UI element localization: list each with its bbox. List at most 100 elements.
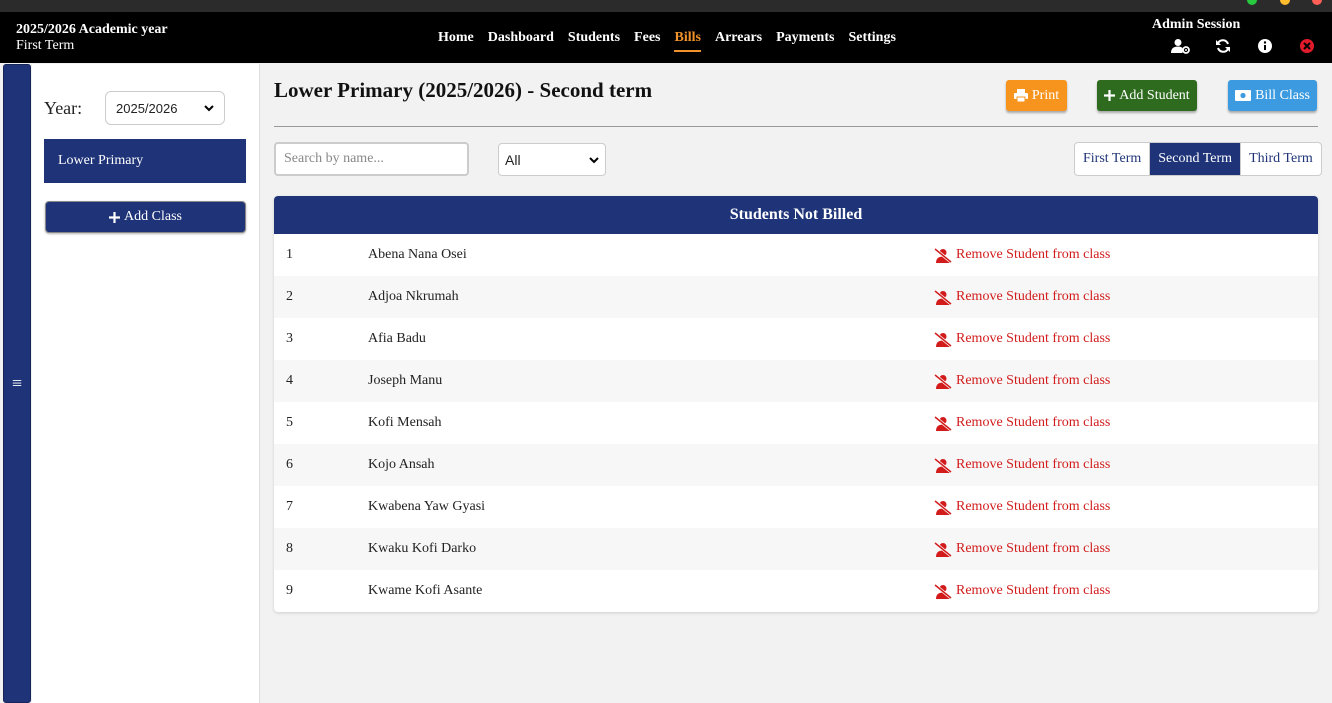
student-name: Kojo Ansah	[368, 457, 435, 472]
row-number: 2	[286, 289, 293, 304]
student-name: Afia Badu	[368, 331, 426, 346]
add-student-label: Add Student	[1119, 87, 1190, 103]
students-not-billed-table: Students Not Billed 1 Abena Nana Osei Remo…	[274, 196, 1318, 612]
remove-student-link[interactable]: Remove Student from class	[934, 499, 1110, 515]
student-name: Kwame Kofi Asante	[368, 583, 483, 598]
student-name: Adjoa Nkrumah	[368, 289, 459, 304]
remove-student-link[interactable]: Remove Student from class	[934, 415, 1110, 431]
refresh-icon[interactable]	[1202, 37, 1244, 55]
user-slash-icon	[934, 499, 952, 515]
window-maximize-dot[interactable]	[1247, 0, 1257, 5]
remove-student-label: Remove Student from class	[956, 541, 1111, 556]
academic-year: 2025/2026 Academic year	[16, 22, 168, 37]
bill-class-button[interactable]: Bill Class	[1228, 80, 1317, 111]
table-row: 3 Afia Badu Remove Student from class	[274, 318, 1318, 360]
year-label: Year:	[44, 98, 83, 118]
student-name: Kwabena Yaw Gyasi	[368, 499, 486, 514]
page-title: Lower Primary (2025/2026) - Second term	[274, 78, 653, 102]
hamburger-icon: ≡	[11, 373, 23, 393]
year-select[interactable]: 2025/2026	[105, 91, 225, 125]
table-row: 6 Kojo Ansah Remove Student from class	[274, 444, 1318, 486]
row-number: 5	[286, 415, 293, 430]
remove-student-link[interactable]: Remove Student from class	[934, 247, 1110, 263]
nav-payments[interactable]: Payments	[776, 30, 834, 50]
term-first[interactable]: First Term	[1075, 143, 1149, 175]
money-bill-icon	[1235, 90, 1252, 101]
plus-icon	[109, 211, 121, 223]
remove-student-label: Remove Student from class	[956, 373, 1111, 388]
nav-fees[interactable]: Fees	[634, 30, 660, 50]
table-title: Students Not Billed	[274, 196, 1318, 234]
user-slash-icon	[934, 583, 952, 599]
student-name: Abena Nana Osei	[368, 247, 467, 262]
remove-student-link[interactable]: Remove Student from class	[934, 331, 1110, 347]
term-selector: First Term Second Term Third Term	[1074, 142, 1322, 176]
remove-student-label: Remove Student from class	[956, 583, 1111, 598]
header-divider	[274, 126, 1318, 127]
user-slash-icon	[934, 289, 952, 305]
user-slash-icon	[934, 331, 952, 347]
status-filter-value: All	[505, 151, 521, 168]
user-slash-icon	[934, 541, 952, 557]
remove-student-link[interactable]: Remove Student from class	[934, 289, 1110, 305]
remove-student-label: Remove Student from class	[956, 247, 1111, 262]
navbar: 2025/2026 Academic year First Term Home …	[0, 12, 1332, 63]
nav-arrears[interactable]: Arrears	[715, 30, 762, 50]
nav-settings[interactable]: Settings	[848, 30, 895, 50]
remove-student-label: Remove Student from class	[956, 415, 1111, 430]
nav-home[interactable]: Home	[438, 30, 474, 50]
print-label: Print	[1031, 87, 1060, 103]
row-number: 6	[286, 457, 293, 472]
student-name: Kofi Mensah	[368, 415, 442, 430]
close-icon[interactable]	[1286, 37, 1328, 55]
user-settings-icon[interactable]	[1160, 37, 1202, 55]
print-button[interactable]: Print	[1006, 80, 1067, 111]
remove-student-link[interactable]: Remove Student from class	[934, 541, 1110, 557]
remove-student-link[interactable]: Remove Student from class	[934, 373, 1110, 389]
table-row: 2 Adjoa Nkrumah Remove Student from class	[274, 276, 1318, 318]
student-name: Joseph Manu	[368, 373, 443, 388]
row-number: 4	[286, 373, 293, 388]
user-slash-icon	[934, 373, 952, 389]
remove-student-label: Remove Student from class	[956, 499, 1111, 514]
chevron-down-icon	[204, 105, 214, 112]
chevron-down-icon	[589, 156, 599, 163]
table-row: 5 Kofi Mensah Remove Student from class	[274, 402, 1318, 444]
add-class-label: Add Class	[124, 209, 182, 224]
table-row: 9 Kwame Kofi Asante Remove Student from cl…	[274, 570, 1318, 612]
status-filter-select[interactable]: All	[498, 143, 606, 176]
term-third[interactable]: Third Term	[1240, 143, 1321, 175]
window-titlebar	[0, 0, 1332, 12]
info-icon[interactable]	[1244, 37, 1286, 55]
search-input[interactable]: Search by name...	[274, 142, 469, 176]
table-row: 1 Abena Nana Osei Remove Student from clas…	[274, 234, 1318, 276]
table-row: 4 Joseph Manu Remove Student from class	[274, 360, 1318, 402]
class-item-lower-primary[interactable]: Lower Primary	[44, 139, 246, 183]
row-number: 1	[286, 247, 293, 262]
nav-students[interactable]: Students	[568, 30, 620, 50]
class-panel: Year: 2025/2026 Lower Primary Add Class	[32, 64, 260, 703]
user-slash-icon	[934, 247, 952, 263]
term-second[interactable]: Second Term	[1149, 143, 1241, 175]
main-nav: Home Dashboard Students Fees Bills Arrea…	[438, 30, 896, 52]
bill-class-label: Bill Class	[1255, 87, 1310, 103]
window-minimize-dot[interactable]	[1280, 0, 1290, 5]
table-row: 7 Kwabena Yaw Gyasi Remove Student from cl…	[274, 486, 1318, 528]
student-name: Kwaku Kofi Darko	[368, 541, 477, 556]
remove-student-link[interactable]: Remove Student from class	[934, 457, 1110, 473]
nav-bills[interactable]: Bills	[674, 30, 702, 52]
remove-student-link[interactable]: Remove Student from class	[934, 583, 1110, 599]
session-label: Admin Session	[1152, 17, 1241, 32]
row-number: 8	[286, 541, 293, 556]
add-class-button[interactable]: Add Class	[45, 201, 246, 233]
row-number: 3	[286, 331, 293, 346]
table-body: 1 Abena Nana Osei Remove Student from clas…	[274, 234, 1318, 612]
window-close-dot[interactable]	[1312, 0, 1322, 5]
remove-student-label: Remove Student from class	[956, 289, 1111, 304]
session-actions	[1160, 37, 1328, 55]
add-student-button[interactable]: Add Student	[1097, 80, 1197, 111]
nav-dashboard[interactable]: Dashboard	[488, 30, 554, 50]
remove-student-label: Remove Student from class	[956, 457, 1111, 472]
sidebar-toggle[interactable]: ≡	[3, 64, 31, 703]
current-term: First Term	[16, 38, 75, 53]
